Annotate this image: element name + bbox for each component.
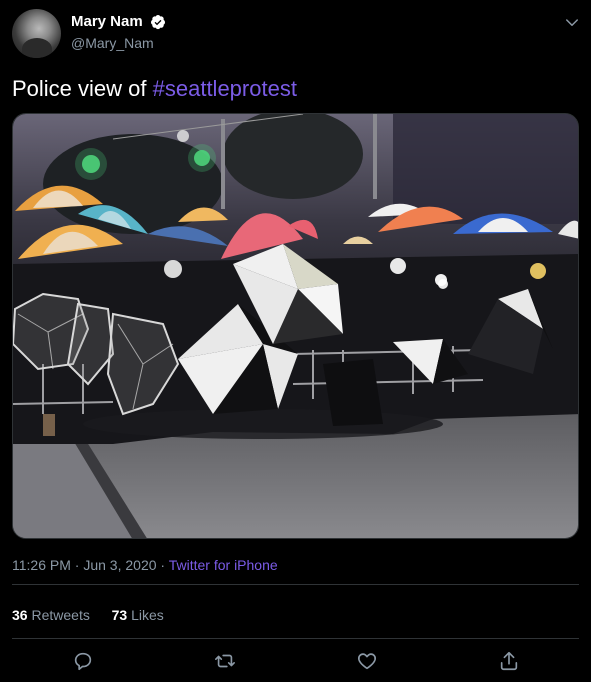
divider [12, 638, 579, 639]
tweet-text-plain: Police view of [12, 76, 153, 101]
reply-icon [74, 652, 92, 671]
divider [12, 584, 579, 585]
display-name[interactable]: Mary Nam [71, 13, 143, 30]
tweet-text: Police view of #seattleprotest [12, 76, 297, 102]
likes-stat[interactable]: 73 Likes [112, 607, 164, 623]
share-icon [500, 651, 518, 671]
retweets-label: Retweets [31, 607, 90, 623]
retweets-count: 36 [12, 607, 28, 623]
action-bar [0, 650, 591, 678]
protest-photo-illustration [13, 114, 578, 538]
tweet-photo[interactable] [12, 113, 579, 539]
tweet-time[interactable]: 11:26 PM [12, 557, 71, 573]
chevron-down-icon[interactable] [563, 14, 581, 32]
like-button[interactable] [356, 650, 382, 676]
heart-icon [357, 653, 377, 670]
tweet-source-link[interactable]: Twitter for iPhone [169, 557, 278, 573]
retweet-icon [215, 654, 235, 668]
reply-button[interactable] [72, 650, 98, 676]
meta-separator: · [156, 557, 169, 573]
meta-separator: · [70, 557, 84, 573]
verified-badge-icon [151, 15, 165, 30]
share-button[interactable] [498, 650, 524, 676]
tweet-meta: 11:26 PM · Jun 3, 2020 · Twitter for iPh… [12, 557, 278, 573]
avatar[interactable] [12, 9, 61, 58]
tweet-date[interactable]: Jun 3, 2020 [83, 557, 156, 573]
retweet-button[interactable] [214, 650, 240, 676]
retweets-stat[interactable]: 36 Retweets [12, 607, 90, 623]
likes-label: Likes [131, 607, 164, 623]
hashtag-link[interactable]: #seattleprotest [153, 76, 297, 101]
handle[interactable]: @Mary_Nam [71, 35, 154, 51]
tweet-stats: 36 Retweets 73 Likes [12, 607, 164, 623]
likes-count: 73 [111, 607, 128, 623]
